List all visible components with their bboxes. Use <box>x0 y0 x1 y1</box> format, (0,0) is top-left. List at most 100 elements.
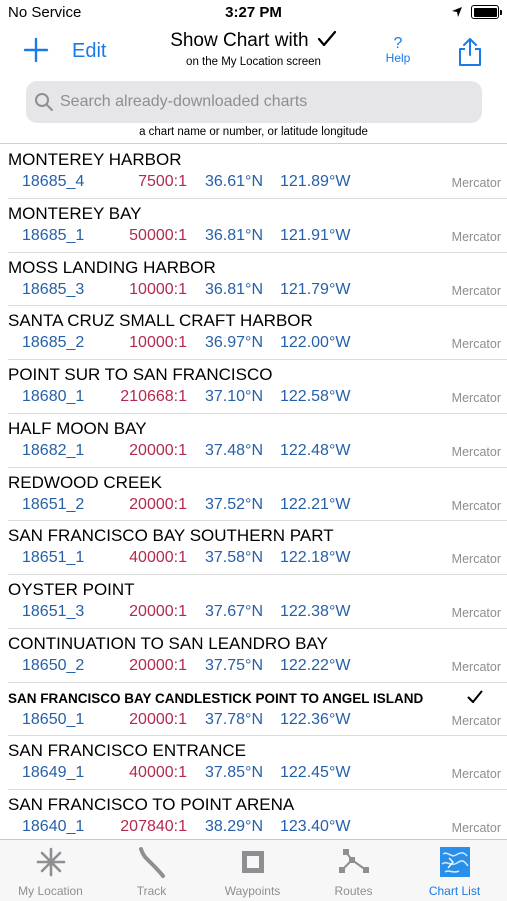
chart-list-icon <box>440 847 470 877</box>
chart-scale: 20000:1 <box>129 441 187 459</box>
search-icon <box>35 93 53 111</box>
chart-longitude: 122.36°W <box>280 710 351 728</box>
page-title-text: Show Chart with <box>170 30 309 51</box>
compass-rose-icon <box>36 847 66 877</box>
chart-row[interactable]: MONTEREY BAY 18685_1 50000:1 36.81°N 121.91°… <box>0 197 507 252</box>
battery-icon <box>471 5 502 19</box>
chart-name: SAN FRANCISCO BAY CANDLESTICK POINT TO A… <box>8 690 424 706</box>
chart-number: 18685_3 <box>22 280 85 298</box>
chart-projection: Mercator <box>451 767 501 782</box>
chart-projection: Mercator <box>451 444 501 459</box>
chart-latitude: 37.85°N <box>205 764 263 782</box>
chart-row[interactable]: POINT SUR TO SAN FRANCISCO 18680_1 210668:… <box>0 359 507 413</box>
share-icon[interactable] <box>456 36 484 68</box>
chart-projection: Mercator <box>451 606 501 620</box>
chart-latitude: 37.10°N <box>205 388 263 405</box>
chart-row[interactable]: SANTA CRUZ SMALL CRAFT HARBOR 18685_2 1000… <box>0 305 507 359</box>
status-bar: No Service 3:27 PM <box>0 0 507 26</box>
page-title: Show Chart with <box>0 30 507 52</box>
chart-latitude: 37.58°N <box>205 549 263 567</box>
chart-projection: Mercator <box>451 283 501 298</box>
chart-name: SANTA CRUZ SMALL CRAFT HARBOR <box>8 311 313 331</box>
chart-row[interactable]: REDWOOD CREEK 18651_2 20000:1 37.52°N 122.21… <box>0 466 507 521</box>
chart-number: 18685_2 <box>22 334 85 352</box>
chart-row[interactable]: SAN FRANCISCO BAY SOUTHERN PART 18651_1 40… <box>0 520 507 574</box>
chart-scale: 7500:1 <box>138 173 187 190</box>
chart-number: 18650_1 <box>22 710 85 728</box>
search-hint: a chart name or number, or latitude long… <box>139 126 368 138</box>
chart-name: MOSS LANDING HARBOR <box>8 257 216 277</box>
chart-name: OYSTER POINT <box>8 580 135 599</box>
chart-number: 18651_2 <box>22 495 85 513</box>
chart-latitude: 37.67°N <box>205 603 263 620</box>
chart-scale: 40000:1 <box>129 549 187 567</box>
tab-label: Track <box>136 884 167 898</box>
chart-name: MONTEREY HARBOR <box>8 150 182 169</box>
chart-longitude: 122.38°W <box>280 603 351 620</box>
chart-latitude: 36.97°N <box>205 334 263 352</box>
search-input[interactable]: Search already-downloaded charts <box>60 93 307 111</box>
chart-latitude: 37.78°N <box>205 710 263 728</box>
chart-latitude: 36.81°N <box>205 280 263 298</box>
chart-name: CONTINUATION TO SAN LEANDRO BAY <box>8 633 328 653</box>
chart-longitude: 122.48°W <box>280 441 351 459</box>
chart-scale: 40000:1 <box>129 764 187 782</box>
tab-my-location[interactable]: My Location <box>0 840 101 901</box>
chart-row[interactable]: SAN FRANCISCO TO POINT ARENA 18640_1 20784… <box>0 789 507 843</box>
chart-row[interactable]: SAN FRANCISCO ENTRANCE 18649_1 40000:1 37.8… <box>0 735 507 789</box>
location-arrow-icon <box>452 7 462 17</box>
chart-longitude: 121.89°W <box>280 173 351 190</box>
chart-row[interactable]: MONTEREY HARBOR 18685_4 7500:1 36.61°N 121.8… <box>0 144 507 198</box>
chart-latitude: 37.52°N <box>205 495 263 513</box>
chart-scale: 207840:1 <box>120 818 187 835</box>
chart-projection: Mercator <box>451 821 501 835</box>
chart-longitude: 122.58°W <box>280 388 351 405</box>
chart-row[interactable]: MOSS LANDING HARBOR 18685_3 10000:1 36.81°N… <box>0 251 507 306</box>
tab-routes[interactable]: Routes <box>303 840 404 901</box>
chart-number: 18650_2 <box>22 656 85 674</box>
chart-latitude: 37.75°N <box>205 656 263 674</box>
chart-number: 18682_1 <box>22 441 85 459</box>
chart-scale: 210668:1 <box>120 388 187 405</box>
chart-longitude: 122.22°W <box>280 656 351 674</box>
chart-projection: Mercator <box>451 552 501 567</box>
help-label: Help <box>385 51 411 65</box>
chart-number: 18680_1 <box>22 388 85 405</box>
chart-longitude: 121.91°W <box>280 226 351 244</box>
help-icon: ? <box>393 35 403 52</box>
selected-checkmark-icon <box>467 690 483 703</box>
chart-scale: 50000:1 <box>129 226 187 244</box>
chart-scale: 20000:1 <box>129 495 187 513</box>
chart-name: SAN FRANCISCO ENTRANCE <box>8 741 247 761</box>
tab-waypoints[interactable]: Waypoints <box>202 840 303 901</box>
tab-label: My Location <box>18 884 83 898</box>
chart-name: MONTEREY BAY <box>8 203 142 223</box>
chart-row[interactable]: SAN FRANCISCO BAY CANDLESTICK POINT TO A… <box>0 681 507 736</box>
chart-projection: Mercator <box>451 659 501 674</box>
search-field[interactable]: Search already-downloaded charts <box>26 81 482 123</box>
status-icons <box>451 5 502 19</box>
chart-longitude: 122.21°W <box>280 495 351 513</box>
chart-row[interactable]: HALF MOON BAY 18682_1 20000:1 37.48°N 122.48… <box>0 412 507 467</box>
chart-longitude: 123.40°W <box>280 818 351 835</box>
chart-row[interactable]: CONTINUATION TO SAN LEANDRO BAY 18650_2 20… <box>0 627 507 682</box>
help-button[interactable]: ? Help <box>384 36 412 65</box>
chart-projection: Mercator <box>451 713 501 728</box>
checkmark-icon <box>317 30 336 47</box>
chart-row[interactable]: OYSTER POINT 18651_3 20000:1 37.67°N 122.38°… <box>0 574 507 628</box>
tab-chart-list[interactable]: Chart List <box>404 840 505 901</box>
chart-number: 18649_1 <box>22 764 85 782</box>
chart-name: SAN FRANCISCO TO POINT ARENA <box>8 795 295 814</box>
clock: 3:27 PM <box>225 4 282 21</box>
tab-bar: My Location Track Waypoints Routes Chart… <box>0 839 507 901</box>
chart-scale: 20000:1 <box>129 603 187 620</box>
chart-scale: 20000:1 <box>129 710 187 728</box>
chart-projection: Mercator <box>451 391 501 405</box>
waypoint-square-icon <box>242 851 264 873</box>
tab-track[interactable]: Track <box>101 840 202 901</box>
chart-name: REDWOOD CREEK <box>8 472 162 492</box>
tab-label: Waypoints <box>224 884 281 898</box>
chart-longitude: 122.45°W <box>280 764 351 782</box>
track-icon <box>139 847 165 878</box>
chart-number: 18651_3 <box>22 603 85 620</box>
